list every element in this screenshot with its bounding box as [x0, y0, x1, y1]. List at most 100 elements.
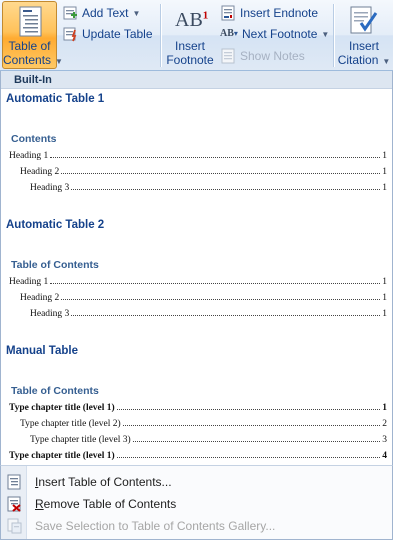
menu-item-text: emove Table of Contents — [43, 497, 177, 511]
insert-endnote-button[interactable]: Insert Endnote — [220, 3, 318, 23]
leader-dots — [122, 416, 381, 426]
group-separator — [333, 4, 334, 67]
toc-entry-page: 1 — [382, 151, 387, 161]
toc-entry: Type chapter title (level 1) 1 — [9, 400, 387, 416]
toc-entry-text: Heading 2 — [20, 293, 60, 303]
toc-entry-page: 3 — [382, 435, 387, 445]
table-of-contents-icon — [19, 6, 43, 41]
insert-citation-icon — [349, 5, 379, 40]
show-notes-icon — [220, 48, 236, 64]
next-footnote-label: Next Footnote — [242, 27, 318, 41]
preview-title: Table of Contents — [11, 385, 99, 397]
toc-entry-text: Heading 1 — [9, 151, 49, 161]
insert-citation-line2-wrap: Citation ▼ — [337, 53, 391, 69]
insert-toc-icon — [6, 474, 22, 490]
automatic-table-1-preview[interactable]: Contents Heading 1 1 Heading 2 1 Heading 3… — [9, 133, 387, 196]
menu-item-text: nsert Table of Contents... — [38, 475, 172, 489]
toc-entry-page: 4 — [382, 451, 387, 461]
insert-footnote-button[interactable]: AB1 Insert Footnote — [164, 1, 216, 69]
toc-label-line1: Table of — [8, 39, 51, 53]
toc-entry: Heading 2 1 — [9, 164, 387, 180]
insert-citation-label: Insert Citation ▼ — [337, 39, 391, 69]
manual-table-preview[interactable]: Table of Contents Type chapter title (le… — [9, 385, 387, 464]
toc-entry: Heading 2 1 — [9, 290, 387, 306]
insert-citation-line2: Citation — [337, 53, 379, 67]
toc-entry: Heading 3 1 — [9, 306, 387, 322]
leader-dots — [61, 290, 381, 300]
preview-title: Contents — [11, 133, 57, 145]
next-footnote-icon-text: AB — [220, 28, 234, 39]
toc-entry-text: Type chapter title (level 1) — [9, 451, 115, 461]
preview-title: Table of Contents — [11, 259, 99, 271]
toc-entry-text: Heading 3 — [30, 183, 70, 193]
toc-entry-text: Heading 3 — [30, 309, 70, 319]
accelerator-key: R — [35, 497, 44, 511]
leader-dots — [132, 432, 381, 442]
toc-entry: Heading 1 1 — [9, 148, 387, 164]
insert-footnote-line2: Footnote — [166, 53, 214, 67]
remove-toc-icon — [6, 496, 22, 512]
remove-toc-label: Remove Table of Contents — [35, 497, 176, 511]
toc-entry-page: 1 — [382, 183, 387, 193]
toc-entry: Type chapter title (level 3) 3 — [9, 432, 387, 448]
save-selection-label: Save Selection to Table of Contents Gall… — [35, 519, 276, 533]
show-notes-label: Show Notes — [240, 49, 305, 63]
update-table-button[interactable]: Update Table — [62, 24, 153, 44]
footnote-icon: AB1 — [175, 9, 208, 32]
chevron-down-icon: ▼ — [132, 8, 141, 18]
toc-entry: Type chapter title (level 1) 4 — [9, 448, 387, 464]
toc-entry-page: 1 — [382, 167, 387, 177]
toc-entry-page: 1 — [382, 309, 387, 319]
toc-entry-text: Heading 1 — [9, 277, 49, 287]
gallery-section-title: Automatic Table 1 — [6, 93, 105, 105]
chevron-down-icon: ▼ — [382, 57, 391, 66]
toc-gallery: Built-In Automatic Table 1 Contents Head… — [0, 71, 393, 465]
toc-entry: Type chapter title (level 2) 2 — [9, 416, 387, 432]
gallery-category-header: Built-In — [1, 71, 392, 89]
remove-toc-menu-item[interactable]: Remove Table of Contents — [1, 493, 392, 515]
next-footnote-icon: AB▾ — [220, 28, 238, 39]
insert-toc-label: Insert Table of Contents... — [35, 475, 172, 489]
table-of-contents-button[interactable]: Table of Contents ▼ — [2, 1, 63, 69]
toc-entry: Heading 3 1 — [9, 180, 387, 196]
add-text-button[interactable]: Add Text ▼ — [62, 3, 140, 23]
footnote-icon-sup: 1 — [202, 9, 209, 22]
insert-toc-menu-item[interactable]: Insert Table of Contents... — [1, 471, 392, 493]
chevron-down-icon: ▼ — [55, 57, 63, 66]
insert-endnote-icon — [220, 5, 236, 21]
insert-footnote-line1: Insert — [174, 39, 205, 53]
toc-dropdown-menu: Insert Table of Contents... Remove Table… — [0, 465, 393, 540]
leader-dots — [50, 148, 381, 158]
toc-label-line2-text: Contents — [3, 53, 52, 67]
leader-dots — [116, 400, 381, 410]
chevron-down-icon: ▼ — [321, 29, 330, 39]
toc-entry-text: Type chapter title (level 2) — [20, 419, 121, 429]
automatic-table-2-preview[interactable]: Table of Contents Heading 11 Heading 21 … — [9, 259, 387, 322]
update-table-icon — [62, 26, 78, 42]
gallery-section-title: Automatic Table 2 — [6, 219, 105, 231]
gallery-section-title: Manual Table — [6, 345, 78, 357]
leader-dots — [61, 164, 381, 174]
leader-dots — [71, 306, 381, 316]
insert-citation-button[interactable]: Insert Citation ▼ — [337, 1, 391, 69]
table-of-contents-label: Table of Contents ▼ — [3, 39, 63, 69]
footnote-icon-text: AB — [175, 9, 203, 31]
insert-endnote-label: Insert Endnote — [240, 6, 319, 20]
leader-dots — [71, 180, 381, 190]
toc-label-line2: Contents ▼ — [3, 53, 63, 69]
show-notes-button[interactable]: Show Notes — [220, 46, 305, 66]
add-text-icon — [62, 5, 78, 21]
leader-dots — [50, 274, 381, 284]
save-selection-icon — [6, 518, 22, 534]
toc-entry-text: Type chapter title (level 1) — [9, 403, 115, 413]
next-footnote-button[interactable]: AB▾ Next Footnote ▼ — [220, 24, 329, 44]
group-separator — [160, 4, 161, 67]
save-selection-menu-item[interactable]: Save Selection to Table of Contents Gall… — [1, 515, 392, 537]
insert-citation-line1: Insert — [348, 39, 379, 53]
references-ribbon: Table of Contents ▼ Add Text ▼ Update Ta… — [0, 0, 393, 71]
toc-entry-text: Heading 2 — [20, 167, 60, 177]
insert-footnote-label: Insert Footnote — [164, 39, 216, 67]
toc-entry-page: 2 — [382, 419, 387, 429]
update-table-label: Update Table — [82, 27, 153, 41]
toc-entry-page: 1 — [382, 277, 387, 287]
